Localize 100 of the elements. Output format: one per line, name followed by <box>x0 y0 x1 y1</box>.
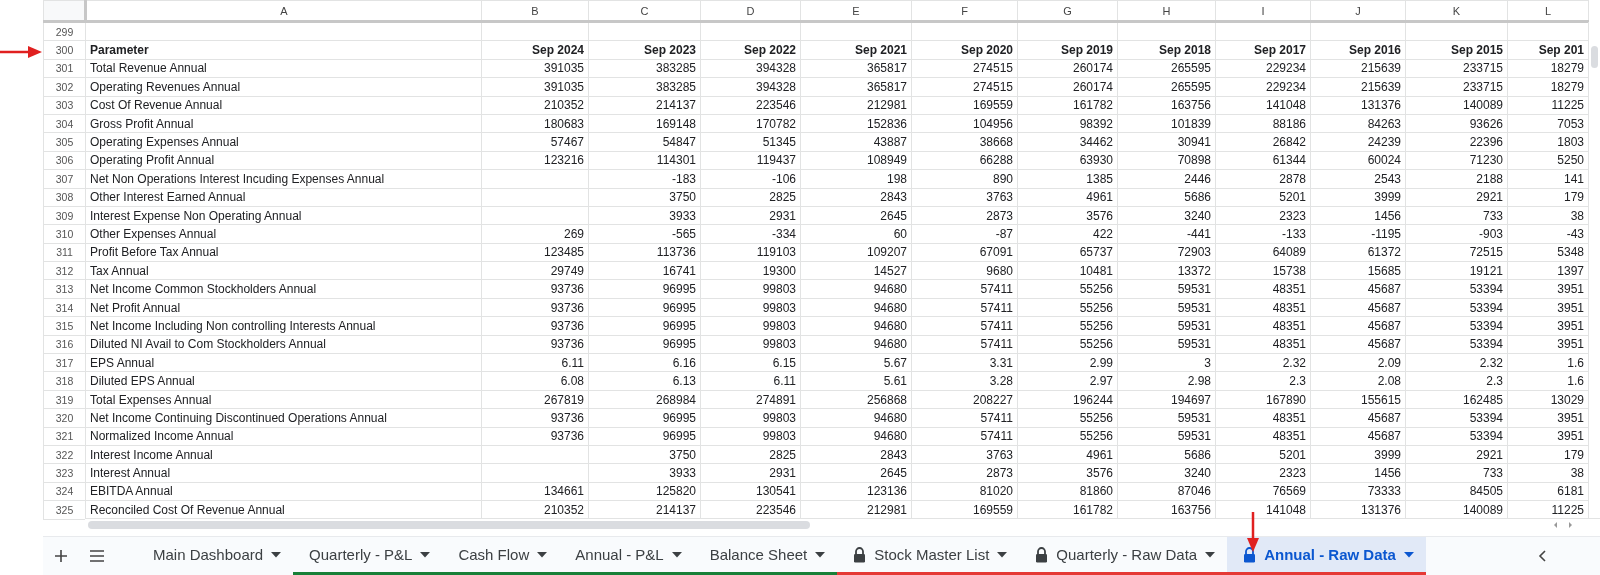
table-cell: 233715 <box>1405 59 1508 78</box>
table-cell: 2921 <box>1405 188 1508 207</box>
table-cell: 260174 <box>1017 77 1118 97</box>
table-cell: 45687 <box>1310 335 1406 354</box>
column-title: Sep 2020 <box>911 40 1018 60</box>
caret-icon[interactable] <box>997 551 1008 558</box>
table-cell: 59531 <box>1117 298 1216 317</box>
table-cell: -1195 <box>1310 224 1406 244</box>
table-cell: -106 <box>700 169 801 188</box>
column-header[interactable]: I <box>1215 0 1311 22</box>
table-cell: 114301 <box>588 151 701 170</box>
column-header[interactable]: G <box>1017 0 1118 22</box>
caret-icon[interactable] <box>1205 551 1216 558</box>
table-cell: 43887 <box>800 132 912 152</box>
table-cell: 6.11 <box>700 371 801 391</box>
horizontal-scrollbar[interactable] <box>85 518 1600 531</box>
table-cell: 57411 <box>911 427 1018 446</box>
table-cell: 15738 <box>1215 261 1311 280</box>
table-cell: Normalized Income Annual <box>85 427 482 446</box>
table-cell: 45687 <box>1310 316 1406 336</box>
table-cell: 61372 <box>1310 243 1406 262</box>
table-cell: 2825 <box>700 188 801 207</box>
table-cell: 3999 <box>1310 445 1406 464</box>
table-cell: 2645 <box>800 206 912 225</box>
table-cell: 169559 <box>911 96 1018 115</box>
caret-icon[interactable] <box>671 551 682 558</box>
table-cell: 22396 <box>1405 132 1508 152</box>
column-header[interactable]: D <box>700 0 801 22</box>
table-cell: Operating Expenses Annual <box>85 132 482 152</box>
table-cell: 2931 <box>700 206 801 225</box>
caret-icon[interactable] <box>420 551 431 558</box>
table-cell: 104956 <box>911 114 1018 133</box>
table-cell: 48351 <box>1215 316 1311 336</box>
table-cell: 2.98 <box>1117 371 1216 391</box>
table-cell: 167890 <box>1215 390 1311 409</box>
table-cell: Total Revenue Annual <box>85 59 482 78</box>
table-cell: 123216 <box>481 151 589 170</box>
column-header[interactable]: K <box>1405 0 1508 22</box>
caret-icon[interactable] <box>537 551 548 558</box>
table-cell: 5.61 <box>800 371 912 391</box>
caret-icon[interactable] <box>271 551 282 558</box>
table-cell: 93626 <box>1405 114 1508 133</box>
column-header[interactable]: L <box>1507 0 1589 22</box>
menu-icon[interactable] <box>89 550 105 562</box>
table-cell: 99803 <box>700 298 801 317</box>
table-cell: 94680 <box>800 427 912 446</box>
table-cell: 45687 <box>1310 279 1406 299</box>
sheet-tab[interactable]: Main Dashboard <box>137 537 294 575</box>
table-cell: 134661 <box>481 482 589 501</box>
sheet-tab[interactable]: Quarterly - P&L <box>293 537 443 575</box>
table-cell: 2843 <box>800 188 912 207</box>
table-cell: 65737 <box>1017 243 1118 262</box>
table-cell: 51345 <box>700 132 801 152</box>
column-header[interactable]: J <box>1310 0 1406 22</box>
table-cell: 81860 <box>1017 482 1118 501</box>
table-cell: 155615 <box>1310 390 1406 409</box>
table-cell: 64089 <box>1215 243 1311 262</box>
table-cell: 71230 <box>1405 151 1508 170</box>
table-cell: Net Income Common Stockholders Annual <box>85 279 482 299</box>
table-cell: 101839 <box>1117 114 1216 133</box>
table-cell: 34462 <box>1017 132 1118 152</box>
table-cell: 6.08 <box>481 371 589 391</box>
table-cell: 194697 <box>1117 390 1216 409</box>
column-header[interactable]: A <box>85 0 482 22</box>
table-cell: 72515 <box>1405 243 1508 262</box>
table-cell: 3240 <box>1117 206 1216 225</box>
column-header[interactable]: H <box>1117 0 1216 22</box>
sheet-tab[interactable]: Stock Master List <box>837 537 1020 575</box>
sheet-tab[interactable]: Annual - Raw Data <box>1227 537 1426 575</box>
table-cell: 16741 <box>588 261 701 280</box>
table-cell: 1456 <box>1310 206 1406 225</box>
table-cell: 13372 <box>1117 261 1216 280</box>
table-cell: 2323 <box>1215 463 1311 483</box>
table-cell: 53394 <box>1405 298 1508 317</box>
add-icon[interactable] <box>54 549 68 563</box>
column-header[interactable]: C <box>588 0 701 22</box>
sheet-tab[interactable]: Balance Sheet <box>693 537 838 575</box>
sheet-tab[interactable]: Annual - P&L <box>559 537 694 575</box>
table-cell: 2.32 <box>1215 353 1311 372</box>
caret-icon[interactable] <box>1403 551 1414 558</box>
table-cell: Interest Income Annual <box>85 445 482 464</box>
table-cell: 383285 <box>588 59 701 78</box>
table-cell: 215639 <box>1310 59 1406 78</box>
column-header[interactable]: B <box>481 0 589 22</box>
column-header[interactable]: E <box>800 0 912 22</box>
sheet-tab[interactable]: Cash Flow <box>442 537 560 575</box>
table-cell: 48351 <box>1215 298 1311 317</box>
chevron-left-icon[interactable] <box>1538 550 1546 562</box>
table-cell: 93736 <box>481 279 589 299</box>
table-cell: 19121 <box>1405 261 1508 280</box>
table-cell: 733 <box>1405 206 1508 225</box>
table-cell: 269 <box>481 224 589 244</box>
caret-icon[interactable] <box>815 551 826 558</box>
table-cell: Total Expenses Annual <box>85 390 482 409</box>
table-cell: 57411 <box>911 316 1018 336</box>
table-cell: 3933 <box>588 463 701 483</box>
table-cell: 274515 <box>911 59 1018 78</box>
row-number[interactable]: 299 <box>43 21 86 41</box>
table-cell: 422 <box>1017 224 1118 244</box>
column-header[interactable]: F <box>911 0 1018 22</box>
